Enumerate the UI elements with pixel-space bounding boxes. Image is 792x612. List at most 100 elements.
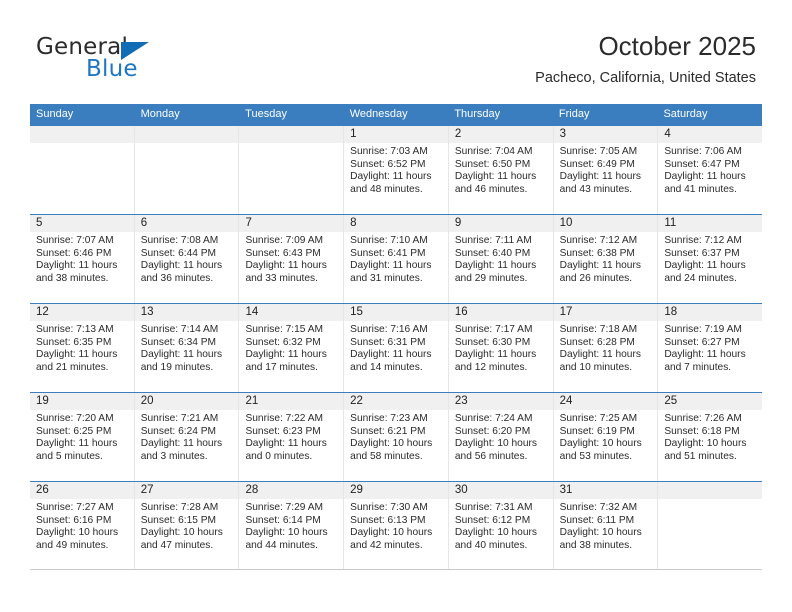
- calendar-day-cell[interactable]: 18 Sunrise: 7:19 AM Sunset: 6:27 PM Dayligh…: [658, 304, 763, 392]
- calendar-day-cell[interactable]: 1 Sunrise: 7:03 AM Sunset: 6:52 PM Daylight…: [344, 126, 449, 214]
- daylight-text: Daylight: 10 hours and 38 minutes.: [559, 527, 642, 551]
- calendar-day-cell[interactable]: 19 Sunrise: 7:20 AM Sunset: 6:25 PM Dayligh…: [30, 393, 135, 481]
- daylight-text: Daylight: 10 hours and 51 minutes.: [664, 438, 747, 462]
- day-number: 14: [239, 304, 344, 321]
- logo-text-blue: Blue: [86, 56, 138, 82]
- calendar-day-cell[interactable]: 26 Sunrise: 7:27 AM Sunset: 6:16 PM Dayligh…: [30, 482, 135, 569]
- calendar-day-cell[interactable]: 8 Sunrise: 7:10 AM Sunset: 6:41 PM Daylight…: [344, 215, 449, 303]
- sunset-text: Sunset: 6:15 PM: [140, 514, 217, 526]
- daylight-text: Daylight: 11 hours and 21 minutes.: [36, 349, 118, 373]
- calendar-day-cell[interactable]: 11 Sunrise: 7:12 AM Sunset: 6:37 PM Dayligh…: [658, 215, 763, 303]
- calendar-day-cell-empty: [239, 126, 345, 214]
- calendar-day-cell[interactable]: 21 Sunrise: 7:22 AM Sunset: 6:23 PM Dayligh…: [239, 393, 345, 481]
- sunrise-text: Sunrise: 7:12 AM: [664, 235, 742, 246]
- calendar-day-cell[interactable]: 29 Sunrise: 7:30 AM Sunset: 6:13 PM Dayligh…: [344, 482, 449, 569]
- day-sun-info: Sunrise: 7:25 AM Sunset: 6:19 PM Daylight:…: [554, 410, 658, 463]
- day-sun-info: Sunrise: 7:10 AM Sunset: 6:41 PM Daylight:…: [344, 232, 448, 285]
- day-number: 26: [30, 482, 134, 499]
- day-number: 31: [553, 482, 658, 499]
- day-number: 24: [553, 393, 658, 410]
- day-sun-info: Sunrise: 7:05 AM Sunset: 6:49 PM Daylight:…: [554, 143, 658, 196]
- sunrise-text: Sunrise: 7:26 AM: [664, 413, 742, 424]
- calendar-day-cell[interactable]: 23 Sunrise: 7:24 AM Sunset: 6:20 PM Dayligh…: [448, 393, 554, 481]
- weekday-header-sunday: Sunday: [36, 108, 74, 120]
- sunset-text: Sunset: 6:31 PM: [350, 336, 426, 348]
- calendar-day-cell[interactable]: 13 Sunrise: 7:14 AM Sunset: 6:34 PM Dayligh…: [134, 304, 240, 392]
- daylight-text: Daylight: 11 hours and 19 minutes.: [140, 349, 223, 373]
- sunset-text: Sunset: 6:24 PM: [140, 425, 217, 437]
- calendar-page: General Blue October 2025 Pacheco, Calif…: [0, 0, 792, 612]
- sunrise-text: Sunrise: 7:20 AM: [36, 413, 114, 424]
- daylight-text: Daylight: 11 hours and 29 minutes.: [454, 260, 537, 284]
- sunrise-text: Sunrise: 7:11 AM: [454, 235, 532, 246]
- daylight-text: Daylight: 11 hours and 24 minutes.: [664, 260, 746, 284]
- calendar-day-cell[interactable]: 24 Sunrise: 7:25 AM Sunset: 6:19 PM Dayligh…: [553, 393, 659, 481]
- daylight-text: Daylight: 10 hours and 49 minutes.: [36, 527, 119, 551]
- day-sun-info: Sunrise: 7:19 AM Sunset: 6:27 PM Daylight:…: [658, 321, 762, 374]
- calendar-day-cell[interactable]: 25 Sunrise: 7:26 AM Sunset: 6:18 PM Dayligh…: [658, 393, 763, 481]
- sunset-text: Sunset: 6:20 PM: [454, 425, 531, 437]
- daylight-text: Daylight: 11 hours and 10 minutes.: [559, 349, 641, 373]
- daylight-text: Daylight: 11 hours and 26 minutes.: [559, 260, 641, 284]
- calendar-day-cell[interactable]: 6 Sunrise: 7:08 AM Sunset: 6:44 PM Daylight…: [134, 215, 240, 303]
- sunset-text: Sunset: 6:44 PM: [140, 247, 217, 259]
- day-number: 8: [344, 215, 448, 232]
- daylight-text: Daylight: 11 hours and 41 minutes.: [664, 171, 746, 195]
- calendar-day-cell[interactable]: 17 Sunrise: 7:18 AM Sunset: 6:28 PM Dayligh…: [553, 304, 659, 392]
- day-number: 29: [344, 482, 448, 499]
- calendar-day-cell[interactable]: 3 Sunrise: 7:05 AM Sunset: 6:49 PM Daylight…: [553, 126, 659, 214]
- sunrise-text: Sunrise: 7:07 AM: [36, 235, 114, 246]
- calendar-day-cell[interactable]: 7 Sunrise: 7:09 AM Sunset: 6:43 PM Daylight…: [239, 215, 345, 303]
- day-sun-info: Sunrise: 7:30 AM Sunset: 6:13 PM Daylight:…: [344, 499, 448, 552]
- daylight-text: Daylight: 11 hours and 7 minutes.: [664, 349, 746, 373]
- daylight-text: Daylight: 11 hours and 14 minutes.: [350, 349, 432, 373]
- page-header: General Blue October 2025 Pacheco, Calif…: [0, 0, 792, 104]
- weekday-header-tuesday: Tuesday: [245, 108, 287, 120]
- sunset-text: Sunset: 6:52 PM: [350, 158, 426, 170]
- sunset-text: Sunset: 6:34 PM: [140, 336, 217, 348]
- calendar-day-cell[interactable]: 9 Sunrise: 7:11 AM Sunset: 6:40 PM Daylight…: [448, 215, 554, 303]
- day-sun-info: Sunrise: 7:29 AM Sunset: 6:14 PM Daylight:…: [239, 499, 343, 552]
- day-number: 19: [30, 393, 134, 410]
- calendar-day-cell[interactable]: 14 Sunrise: 7:15 AM Sunset: 6:32 PM Dayligh…: [239, 304, 345, 392]
- calendar-day-cell[interactable]: 30 Sunrise: 7:31 AM Sunset: 6:12 PM Dayligh…: [448, 482, 554, 569]
- day-number: 6: [134, 215, 239, 232]
- sunset-text: Sunset: 6:46 PM: [36, 247, 112, 259]
- calendar-week-row: 19 Sunrise: 7:20 AM Sunset: 6:25 PM Dayligh…: [30, 392, 763, 481]
- weekday-header-friday: Friday: [558, 108, 590, 120]
- day-number: 16: [448, 304, 553, 321]
- calendar-day-cell[interactable]: 12 Sunrise: 7:13 AM Sunset: 6:35 PM Dayligh…: [30, 304, 135, 392]
- calendar-day-cell[interactable]: 10 Sunrise: 7:12 AM Sunset: 6:38 PM Dayligh…: [553, 215, 659, 303]
- day-sun-info: Sunrise: 7:11 AM Sunset: 6:40 PM Daylight:…: [449, 232, 553, 285]
- day-sun-info: Sunrise: 7:15 AM Sunset: 6:32 PM Daylight:…: [239, 321, 343, 374]
- calendar-day-cell[interactable]: 5 Sunrise: 7:07 AM Sunset: 6:46 PM Daylight…: [30, 215, 135, 303]
- sunset-text: Sunset: 6:18 PM: [664, 425, 740, 437]
- sunset-text: Sunset: 6:23 PM: [245, 425, 321, 437]
- calendar-day-cell[interactable]: 16 Sunrise: 7:17 AM Sunset: 6:30 PM Dayligh…: [448, 304, 554, 392]
- day-sun-info: Sunrise: 7:28 AM Sunset: 6:15 PM Daylight:…: [135, 499, 239, 552]
- sunrise-text: Sunrise: 7:03 AM: [350, 146, 428, 157]
- calendar-weeks: 1 Sunrise: 7:03 AM Sunset: 6:52 PM Daylight…: [30, 125, 763, 570]
- calendar-day-cell[interactable]: 20 Sunrise: 7:21 AM Sunset: 6:24 PM Dayligh…: [134, 393, 240, 481]
- daylight-text: Daylight: 10 hours and 44 minutes.: [245, 527, 328, 551]
- weekday-header-thursday: Thursday: [454, 108, 501, 120]
- sunset-text: Sunset: 6:35 PM: [36, 336, 112, 348]
- sunrise-text: Sunrise: 7:18 AM: [559, 324, 638, 335]
- calendar-day-cell[interactable]: 27 Sunrise: 7:28 AM Sunset: 6:15 PM Dayligh…: [134, 482, 240, 569]
- sunset-text: Sunset: 6:50 PM: [454, 158, 531, 170]
- calendar-day-cell[interactable]: 2 Sunrise: 7:04 AM Sunset: 6:50 PM Daylight…: [448, 126, 554, 214]
- sunset-text: Sunset: 6:37 PM: [664, 247, 740, 259]
- calendar-day-cell[interactable]: 31 Sunrise: 7:32 AM Sunset: 6:11 PM Dayligh…: [553, 482, 659, 569]
- day-sun-info: Sunrise: 7:20 AM Sunset: 6:25 PM Daylight:…: [30, 410, 134, 463]
- day-sun-info: Sunrise: 7:12 AM Sunset: 6:37 PM Daylight:…: [658, 232, 762, 285]
- calendar-week-row: 12 Sunrise: 7:13 AM Sunset: 6:35 PM Dayligh…: [30, 303, 763, 392]
- calendar-day-cell[interactable]: 22 Sunrise: 7:23 AM Sunset: 6:21 PM Dayligh…: [344, 393, 449, 481]
- daylight-text: Daylight: 10 hours and 58 minutes.: [350, 438, 433, 462]
- weekday-header-row: Sunday Monday Tuesday Wednesday Thursday…: [30, 104, 762, 125]
- calendar-day-cell[interactable]: 28 Sunrise: 7:29 AM Sunset: 6:14 PM Dayligh…: [239, 482, 345, 569]
- calendar-day-cell[interactable]: 15 Sunrise: 7:16 AM Sunset: 6:31 PM Dayligh…: [344, 304, 449, 392]
- sunrise-text: Sunrise: 7:12 AM: [559, 235, 638, 246]
- calendar-day-cell[interactable]: 4 Sunrise: 7:06 AM Sunset: 6:47 PM Daylight…: [658, 126, 763, 214]
- daylight-text: Daylight: 11 hours and 17 minutes.: [245, 349, 327, 373]
- general-blue-logo[interactable]: General Blue: [36, 34, 236, 86]
